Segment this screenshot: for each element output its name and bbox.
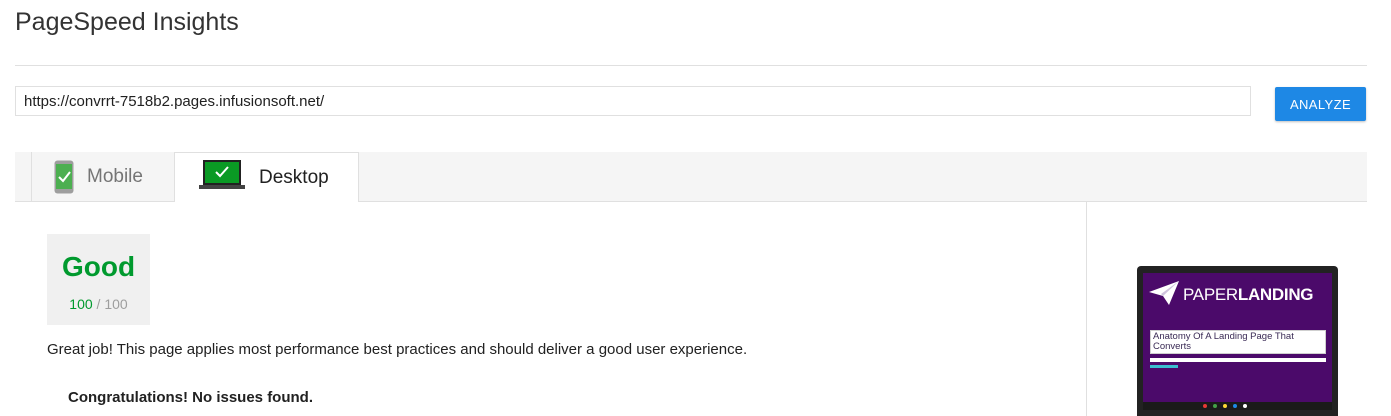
tab-bar: Mobile Desktop bbox=[15, 152, 1367, 202]
summary-text: Great job! This page applies most perfor… bbox=[47, 341, 748, 358]
taskbar-icon bbox=[1203, 404, 1207, 408]
preview-brand: PAPERLANDING bbox=[1183, 285, 1314, 305]
desktop-check-icon bbox=[199, 160, 245, 197]
taskbar-icon bbox=[1243, 404, 1247, 408]
mobile-check-icon bbox=[54, 160, 74, 199]
score-max: / 100 bbox=[96, 296, 128, 312]
score-value: 100 / 100 bbox=[47, 296, 150, 312]
preview-line bbox=[1150, 358, 1326, 362]
tab-mobile[interactable]: Mobile bbox=[31, 152, 189, 201]
preview-brand-light: PAPER bbox=[1183, 285, 1238, 304]
tab-desktop-label: Desktop bbox=[259, 167, 329, 188]
laptop-frame: PAPERLANDING Anatomy Of A Landing Page T… bbox=[1137, 266, 1338, 416]
preview-taskbar bbox=[1143, 402, 1332, 410]
score-number: 100 bbox=[69, 296, 93, 312]
paper-plane-icon bbox=[1149, 281, 1179, 310]
taskbar-icon bbox=[1233, 404, 1237, 408]
issues-heading: Congratulations! No issues found. bbox=[68, 389, 314, 406]
tab-mobile-label: Mobile bbox=[87, 166, 143, 187]
url-input[interactable] bbox=[15, 86, 1251, 116]
analyze-button[interactable]: ANALYZE bbox=[1275, 87, 1366, 121]
score-badge: Good 100 / 100 bbox=[47, 234, 150, 325]
preview-headline: Anatomy Of A Landing Page That Converts bbox=[1150, 330, 1326, 354]
tab-desktop[interactable]: Desktop bbox=[174, 152, 359, 202]
score-rating: Good bbox=[61, 251, 136, 282]
page-title: PageSpeed Insights bbox=[15, 8, 239, 36]
column-divider bbox=[1086, 202, 1087, 416]
taskbar-icon bbox=[1223, 404, 1227, 408]
preview-accent-bar bbox=[1150, 365, 1178, 368]
title-divider bbox=[15, 65, 1367, 66]
taskbar-icon bbox=[1213, 404, 1217, 408]
preview-brand-bold: LANDING bbox=[1237, 285, 1314, 304]
preview-screen: PAPERLANDING Anatomy Of A Landing Page T… bbox=[1143, 273, 1332, 410]
